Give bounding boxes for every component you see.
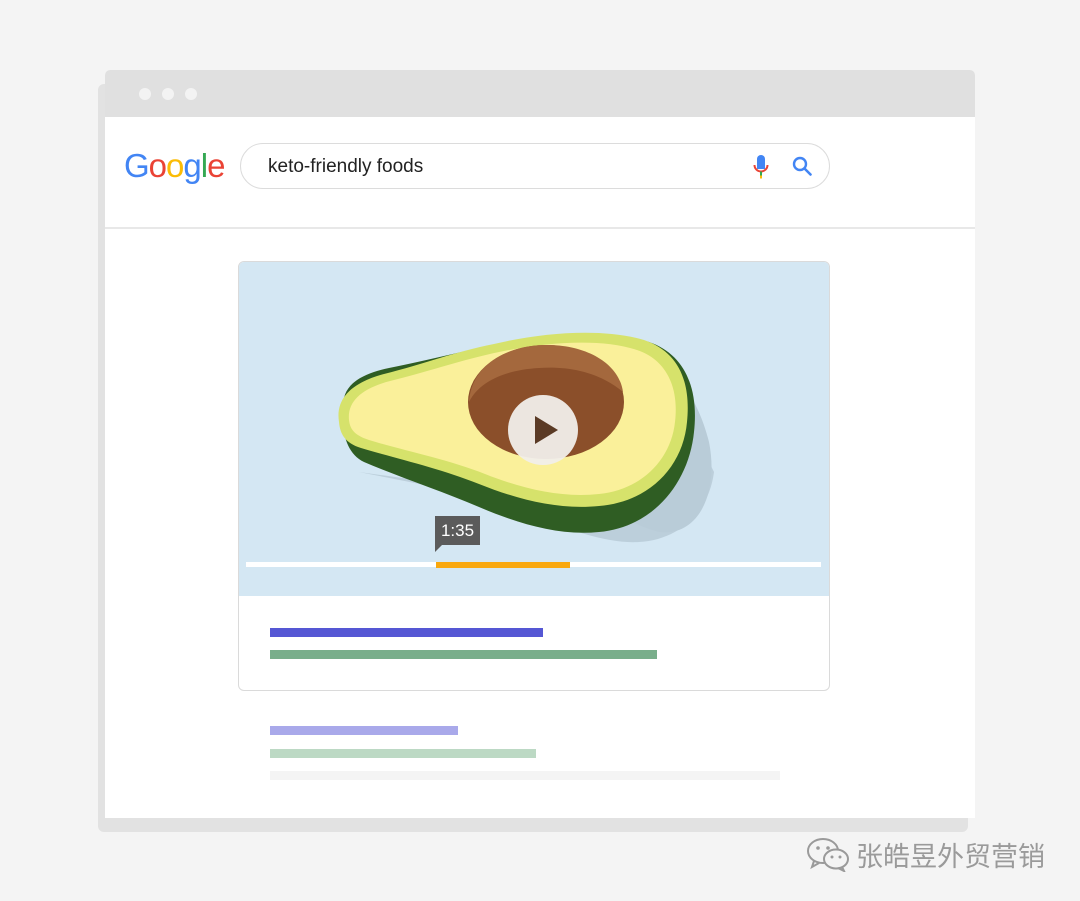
logo-letter: G [124, 147, 150, 184]
wechat-icon [807, 838, 849, 872]
microphone-icon[interactable] [753, 155, 769, 179]
google-logo[interactable]: Google [124, 147, 225, 185]
play-icon[interactable] [507, 394, 579, 466]
second-result-url-placeholder [270, 749, 536, 758]
search-input[interactable]: keto-friendly foods [240, 143, 830, 189]
logo-letter: o [166, 147, 184, 184]
magnifier-icon[interactable] [792, 156, 812, 176]
browser-window: Google keto-friendly foods 1:35 [105, 70, 975, 818]
watermark-text: 张皓昱外贸营销 [856, 841, 1045, 873]
video-thumbnail[interactable]: 1:35 [239, 262, 829, 596]
search-query[interactable]: keto-friendly foods [268, 156, 423, 178]
logo-letter: o [148, 147, 167, 184]
browser-titlebar [105, 70, 975, 117]
timestamp-tooltip: 1:35 [435, 516, 480, 545]
window-dot-1[interactable] [139, 88, 151, 100]
window-dot-2[interactable] [162, 88, 174, 100]
logo-letter: g [183, 147, 201, 184]
result-url-placeholder [270, 650, 657, 659]
second-result-title-placeholder[interactable] [270, 726, 458, 735]
video-result-card[interactable]: 1:35 [238, 261, 830, 691]
timestamp-pointer [435, 545, 442, 552]
window-dot-3[interactable] [185, 88, 197, 100]
search-header: Google keto-friendly foods [105, 117, 975, 229]
watermark: 张皓昱外贸营销 [806, 836, 1045, 873]
result-title-placeholder[interactable] [270, 628, 543, 637]
second-result-snippet-placeholder [270, 771, 780, 780]
logo-letter: e [207, 147, 225, 184]
key-moment-segment[interactable] [436, 562, 570, 568]
